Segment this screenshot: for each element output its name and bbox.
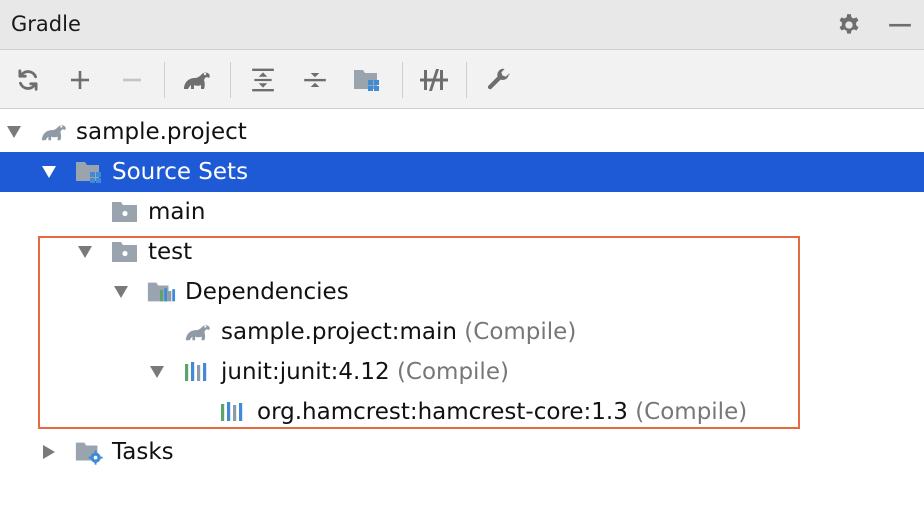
tree-node-label: Source Sets (112, 159, 249, 185)
library-icon (218, 398, 248, 426)
add-icon[interactable] (64, 64, 96, 96)
dependency-name: junit:junit:4.12 (221, 359, 390, 385)
tasks-folder-icon (74, 438, 104, 466)
toolbar-separator (164, 62, 165, 98)
gradle-elephant-icon (182, 318, 212, 346)
folder-icon (110, 238, 140, 266)
dependency-name: org.hamcrest:hamcrest-core:1.3 (257, 399, 628, 425)
folder-icon (110, 198, 140, 226)
tree-node-sample-project[interactable]: sample.project (0, 112, 924, 152)
tree-node-label: Dependencies (185, 279, 349, 305)
tree-node-dependency[interactable]: sample.project:main (Compile) (0, 312, 924, 352)
tree-node-test[interactable]: test (0, 232, 924, 272)
gradle-elephant-icon[interactable] (180, 64, 212, 96)
gear-icon[interactable] (835, 11, 863, 39)
remove-icon[interactable] (116, 64, 148, 96)
dependencies-folder-icon (146, 278, 176, 306)
dependency-scope: (Compile) (464, 319, 577, 345)
toolbar-separator (466, 62, 467, 98)
tree-node-dependency[interactable]: junit:junit:4.12 (Compile) (0, 352, 924, 392)
gradle-toolbar (0, 50, 924, 109)
tree-node-tasks[interactable]: Tasks (0, 432, 924, 472)
expanded-arrow-icon[interactable] (40, 163, 58, 181)
toolbar-separator (230, 62, 231, 98)
tree-node-label: test (148, 239, 193, 265)
tree-node-label: sample.project (76, 119, 247, 145)
tree-node-label: Tasks (112, 439, 174, 465)
dependency-scope: (Compile) (635, 399, 748, 425)
source-sets-folder-icon (74, 158, 104, 186)
tree-node-source-sets[interactable]: Source Sets (0, 152, 924, 192)
expanded-arrow-icon[interactable] (5, 123, 23, 141)
toolbar-separator (402, 62, 403, 98)
wrench-icon[interactable] (483, 64, 515, 96)
group-modules-icon[interactable] (351, 64, 383, 96)
expand-all-icon[interactable] (247, 64, 279, 96)
tree-node-label: sample.project:main (Compile) (221, 319, 576, 345)
tree-node-dependency[interactable]: org.hamcrest:hamcrest-core:1.3 (Compile) (0, 392, 924, 432)
collapsed-arrow-icon[interactable] (40, 443, 58, 461)
expanded-arrow-icon[interactable] (76, 243, 94, 261)
refresh-icon[interactable] (12, 64, 44, 96)
offline-mode-icon[interactable] (418, 64, 450, 96)
tree-node-main[interactable]: main (0, 192, 924, 232)
minimize-icon[interactable] (886, 11, 914, 39)
tool-window-title: Gradle (11, 12, 81, 36)
gradle-elephant-icon (38, 118, 68, 146)
dependency-scope: (Compile) (396, 359, 509, 385)
tree-node-label: junit:junit:4.12 (Compile) (221, 359, 509, 385)
tree-node-label: org.hamcrest:hamcrest-core:1.3 (Compile) (257, 399, 747, 425)
library-icon (182, 358, 212, 386)
tool-window-header: Gradle (0, 0, 924, 50)
dependency-name: sample.project:main (221, 319, 457, 345)
tree-node-label: main (148, 199, 206, 225)
tree-node-dependencies[interactable]: Dependencies (0, 272, 924, 312)
expanded-arrow-icon[interactable] (148, 363, 166, 381)
collapse-all-icon[interactable] (299, 64, 331, 96)
expanded-arrow-icon[interactable] (112, 283, 130, 301)
